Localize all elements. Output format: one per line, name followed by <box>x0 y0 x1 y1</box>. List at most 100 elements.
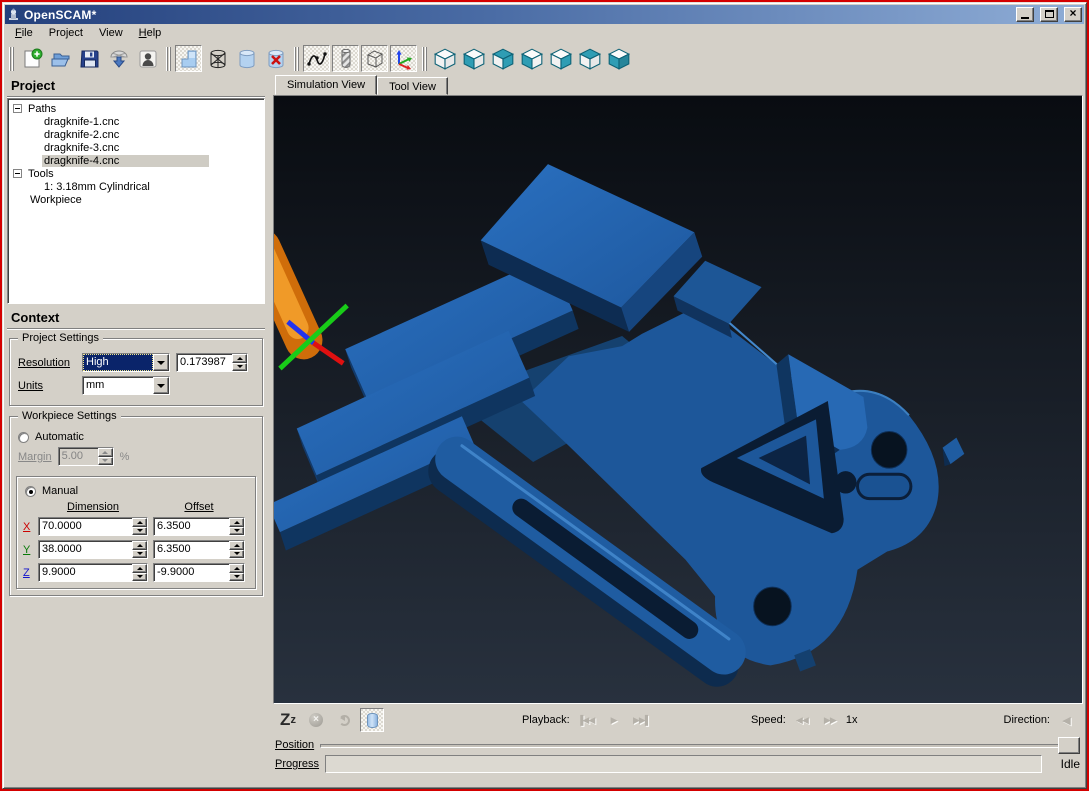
stop-button[interactable]: × <box>304 708 328 732</box>
spin-up-icon[interactable] <box>132 564 147 573</box>
app-icon <box>9 8 18 20</box>
tree-item-dragknife-3[interactable]: dragknife-3.cnc <box>12 141 264 154</box>
minimize-button[interactable] <box>1016 7 1034 22</box>
spin-up-icon[interactable] <box>229 541 244 550</box>
zz-icon: Z <box>280 710 291 729</box>
slider-groove[interactable] <box>320 743 1080 748</box>
view-left-button[interactable] <box>518 45 545 72</box>
play-button[interactable]: ▶ <box>602 708 626 732</box>
user-button[interactable] <box>134 45 161 72</box>
skip-forward-icon: ▶▶▌ <box>633 714 651 725</box>
speed-down-button[interactable]: ◀◀ <box>790 708 814 732</box>
menu-view[interactable]: View <box>91 25 131 41</box>
show-workpiece-toggle[interactable] <box>360 708 384 732</box>
view-left-icon <box>520 48 543 70</box>
skip-forward-button[interactable]: ▶▶▌ <box>630 708 654 732</box>
view-isometric-button[interactable] <box>431 45 458 72</box>
spin-down-icon[interactable] <box>229 549 244 558</box>
tree-item-workpiece[interactable]: Workpiece <box>12 193 264 206</box>
spin-down-icon[interactable] <box>97 456 113 465</box>
tree-item-tool-1[interactable]: 1: 3.18mm Cylindrical <box>12 180 264 193</box>
collapse-icon[interactable] <box>13 104 22 113</box>
tree-item-dragknife-4[interactable]: dragknife-4.cnc <box>12 154 264 167</box>
simulation-viewport[interactable] <box>273 95 1083 704</box>
view-front-button[interactable] <box>460 45 487 72</box>
smooth-toggle-button[interactable]: Zz <box>276 708 300 732</box>
view-back-button[interactable] <box>489 45 516 72</box>
x-dimension-spinbox[interactable]: 70.0000 <box>38 517 148 536</box>
spin-up-icon[interactable] <box>97 448 113 457</box>
menu-project[interactable]: Project <box>41 25 91 41</box>
toolbar-handle[interactable] <box>422 46 427 71</box>
spin-down-icon[interactable] <box>232 362 247 371</box>
new-file-button[interactable] <box>18 45 45 72</box>
view-top-button[interactable] <box>576 45 603 72</box>
y-offset-spinbox[interactable]: 6.3500 <box>153 540 245 559</box>
export-surface-icon <box>109 50 128 68</box>
tab-simulation-view[interactable]: Simulation View <box>275 75 378 95</box>
spin-down-icon[interactable] <box>132 549 147 558</box>
toolbar-handle[interactable] <box>294 46 299 71</box>
main-area: Project Paths dragknife-1.cnc dragknife-… <box>5 75 1084 786</box>
chevron-down-icon[interactable] <box>153 354 169 371</box>
z-dimension-spinbox[interactable]: 9.9000 <box>38 563 148 582</box>
export-surface-button[interactable] <box>105 45 132 72</box>
hide-workpiece-button[interactable] <box>262 45 289 72</box>
automatic-radio[interactable] <box>18 431 29 443</box>
manual-radio[interactable] <box>25 485 36 497</box>
chevron-down-icon[interactable] <box>153 377 169 394</box>
reload-button[interactable] <box>332 708 356 732</box>
tree-item-dragknife-1[interactable]: dragknife-1.cnc <box>12 115 264 128</box>
collapse-icon[interactable] <box>13 169 22 178</box>
view-right-button[interactable] <box>547 45 574 72</box>
progress-label: Progress <box>275 758 320 770</box>
cut-workpiece-view-button[interactable] <box>175 45 202 72</box>
toolbar-handle[interactable] <box>166 46 171 71</box>
spin-up-icon[interactable] <box>132 541 147 550</box>
speed-up-button[interactable]: ▶▶ <box>818 708 842 732</box>
y-dimension-spinbox[interactable]: 38.0000 <box>38 540 148 559</box>
slider-handle[interactable] <box>1058 736 1080 754</box>
margin-spinbox[interactable]: 5.00 <box>57 447 114 466</box>
tab-tool-view[interactable]: Tool View <box>377 77 448 95</box>
spin-down-icon[interactable] <box>132 572 147 581</box>
menu-file[interactable]: File <box>7 25 41 41</box>
open-project-icon <box>51 53 69 66</box>
units-select[interactable]: mm <box>82 376 170 395</box>
resolution-select[interactable]: High <box>82 353 170 372</box>
view-bottom-button[interactable] <box>605 45 632 72</box>
position-slider[interactable] <box>320 736 1080 754</box>
wire-workpiece-button[interactable] <box>204 45 231 72</box>
show-bounds-button[interactable] <box>361 45 388 72</box>
direction-button[interactable]: ◀ <box>1054 708 1078 732</box>
left-dock: Project Paths dragknife-1.cnc dragknife-… <box>5 75 267 786</box>
toolbar-handle[interactable] <box>9 46 14 71</box>
tree-item-dragknife-2[interactable]: dragknife-2.cnc <box>12 128 264 141</box>
solid-workpiece-button[interactable] <box>233 45 260 72</box>
spin-down-icon[interactable] <box>229 572 244 581</box>
z-offset-spinbox[interactable]: -9.9000 <box>153 563 245 582</box>
spin-up-icon[interactable] <box>132 518 147 527</box>
open-project-button[interactable] <box>47 45 74 72</box>
status-state: Idle <box>1060 757 1080 771</box>
spin-up-icon[interactable] <box>232 354 247 363</box>
spin-down-icon[interactable] <box>229 526 244 535</box>
project-settings-group: Project Settings Resolution High 0.17398… <box>9 332 263 406</box>
maximize-button[interactable] <box>1040 7 1058 22</box>
menu-help[interactable]: Help <box>131 25 170 41</box>
cut-workpiece-view-icon <box>181 50 196 67</box>
spin-up-icon[interactable] <box>229 564 244 573</box>
resolution-spinbox[interactable]: 0.173987 <box>176 353 248 372</box>
close-button[interactable]: × <box>1064 7 1082 22</box>
direction-label: Direction: <box>1003 714 1050 726</box>
spin-down-icon[interactable] <box>132 526 147 535</box>
tree-item-paths[interactable]: Paths <box>12 102 264 115</box>
spin-up-icon[interactable] <box>229 518 244 527</box>
show-toolpath-button[interactable] <box>303 45 330 72</box>
x-offset-spinbox[interactable]: 6.3500 <box>153 517 245 536</box>
skip-back-button[interactable]: ▐◀◀ <box>574 708 598 732</box>
show-tool-button[interactable] <box>332 45 359 72</box>
show-axes-button[interactable] <box>390 45 417 72</box>
tree-item-tools[interactable]: Tools <box>12 167 264 180</box>
save-project-button[interactable] <box>76 45 103 72</box>
